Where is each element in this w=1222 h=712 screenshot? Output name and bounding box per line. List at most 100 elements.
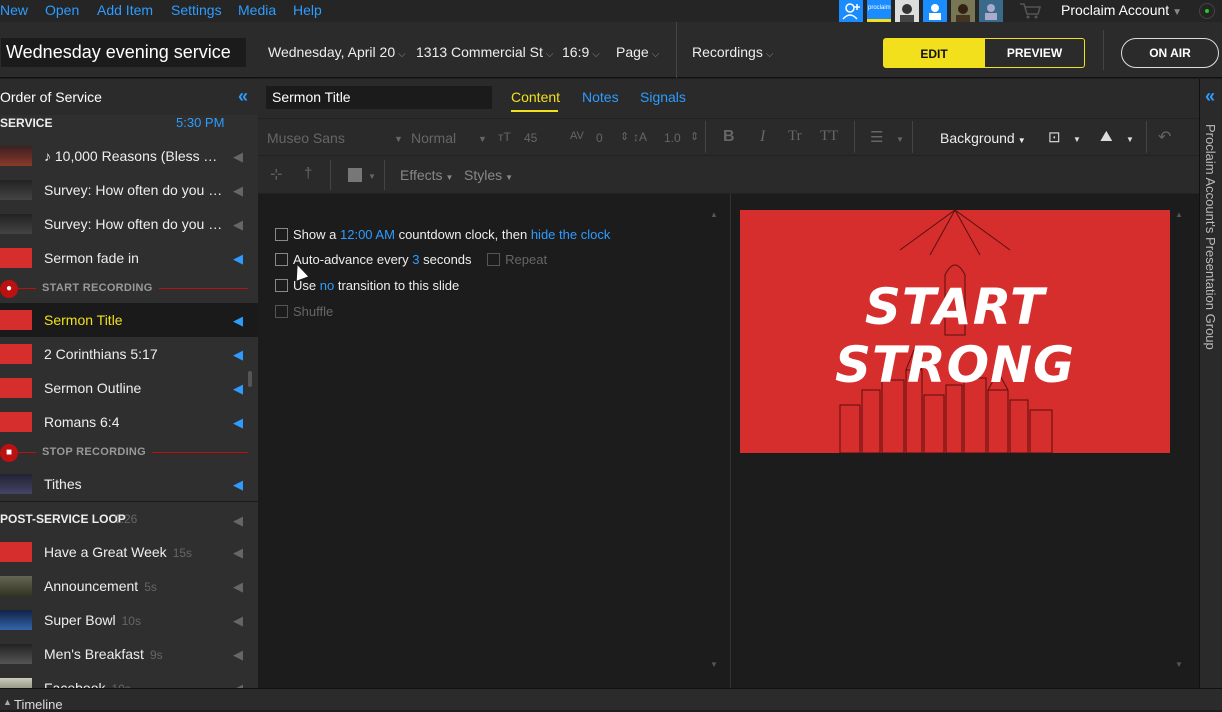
speaker-icon[interactable]: ◀	[233, 545, 245, 560]
scrollbar[interactable]	[248, 371, 252, 387]
tab-notes[interactable]: Notes	[582, 89, 619, 105]
background-dropdown[interactable]: Background ▼	[940, 130, 1026, 146]
shuffle-option[interactable]: Shuffle	[275, 304, 333, 319]
auto-advance-checkbox[interactable]	[275, 253, 288, 266]
repeat-option[interactable]: Repeat	[487, 252, 547, 267]
edit-button[interactable]: EDIT	[883, 38, 985, 68]
speaker-icon[interactable]: ◀	[233, 381, 245, 396]
bold-button[interactable]: B	[723, 128, 735, 146]
scroll-down-icon[interactable]: ▼	[1175, 660, 1183, 669]
countdown-checkbox[interactable]	[275, 228, 288, 241]
list-item-selected[interactable]: Sermon Title ◀	[0, 303, 258, 337]
align-vertical-icon[interactable]: †	[304, 165, 312, 182]
tab-signals[interactable]: Signals	[640, 89, 686, 105]
letter-spacing-input[interactable]: 0	[596, 131, 603, 145]
list-item[interactable]: ♪ 10,000 Reasons (Bless Th... ◀	[0, 139, 258, 173]
image-icon[interactable]: ⛰	[1100, 128, 1113, 145]
speaker-icon[interactable]: ◀	[233, 579, 245, 594]
recordings-dropdown[interactable]: Recordings ⌵	[692, 44, 773, 60]
stop-recording-marker[interactable]: ■ STOP RECORDING	[0, 443, 250, 463]
on-air-button[interactable]: ON AIR	[1121, 38, 1219, 68]
service-title-input[interactable]: Wednesday evening service	[1, 38, 246, 67]
user-icon[interactable]	[923, 0, 947, 22]
scroll-up-icon[interactable]: ▲	[1175, 210, 1183, 219]
speaker-icon[interactable]: ◀	[233, 217, 245, 232]
list-item[interactable]: Announcement 5s ◀	[0, 569, 258, 603]
list-item[interactable]: Facebook10s ◀	[0, 671, 258, 688]
list-item[interactable]: Have a Great Week 15s ◀	[0, 535, 258, 569]
list-item[interactable]: Sermon fade in ◀	[0, 241, 258, 275]
group-panel-label[interactable]: Proclaim Account's Presentation Group	[1203, 124, 1218, 350]
menu-help[interactable]: Help	[293, 2, 322, 18]
countdown-option[interactable]: Show a 12:00 AM countdown clock, then hi…	[275, 227, 610, 242]
list-item[interactable]: Tithes ◀	[0, 467, 258, 501]
countdown-time-link[interactable]: 12:00 AM	[340, 227, 395, 242]
speaker-icon[interactable]: ◀	[233, 149, 245, 164]
list-item[interactable]: Super Bowl 10s ◀	[0, 603, 258, 637]
page-dropdown[interactable]: Page ⌵	[616, 44, 659, 60]
italic-button[interactable]: I	[760, 128, 765, 146]
avatar[interactable]	[951, 0, 975, 22]
scroll-up-icon[interactable]: ▲	[710, 210, 718, 219]
list-item[interactable]: Romans 6:4 ◀	[0, 405, 258, 439]
menu-settings[interactable]: Settings	[171, 2, 222, 18]
color-swatch[interactable]	[348, 168, 362, 182]
slide-text[interactable]: START STRONG	[740, 278, 1170, 394]
speaker-icon[interactable]: ◀	[233, 347, 245, 362]
seconds-link[interactable]: 3	[412, 252, 419, 267]
shuffle-checkbox[interactable]	[275, 305, 288, 318]
styles-dropdown[interactable]: Styles ▼	[464, 167, 513, 183]
location-dropdown[interactable]: 1313 Commercial St ⌵	[416, 44, 553, 60]
avatar[interactable]	[895, 0, 919, 22]
menu-new[interactable]: New	[0, 2, 28, 18]
slide-preview[interactable]: START STRONG	[740, 210, 1170, 453]
font-size-input[interactable]: 45	[524, 131, 537, 145]
repeat-checkbox[interactable]	[487, 253, 501, 266]
scroll-down-icon[interactable]: ▼	[710, 660, 718, 669]
date-dropdown[interactable]: Wednesday, April 20 ⌵	[268, 44, 406, 60]
auto-advance-option[interactable]: Auto-advance every 3 seconds Repeat	[275, 252, 547, 267]
tab-content[interactable]: Content	[511, 89, 560, 105]
speaker-icon[interactable]: ◀	[233, 415, 245, 430]
speaker-icon[interactable]: ◀	[233, 681, 245, 688]
menu-add-item[interactable]: Add Item	[97, 2, 153, 18]
cart-icon[interactable]	[1019, 2, 1041, 20]
stepper-icon[interactable]: ⇕	[620, 130, 629, 143]
menu-open[interactable]: Open	[45, 2, 79, 18]
list-item[interactable]: Sermon Outline ◀	[0, 371, 258, 405]
transition-option[interactable]: Use no transition to this slide	[275, 278, 459, 293]
menu-media[interactable]: Media	[238, 2, 276, 18]
align-horizontal-icon[interactable]: ⊹	[270, 165, 283, 183]
font-family-select[interactable]: Museo Sans	[267, 130, 345, 146]
add-user-icon[interactable]	[839, 0, 863, 22]
text-box-icon[interactable]: ⊡	[1048, 128, 1061, 146]
effects-dropdown[interactable]: Effects ▼	[400, 167, 453, 183]
transition-link[interactable]: no	[320, 278, 334, 293]
list-item[interactable]: Survey: How often do you re... ◀	[0, 207, 258, 241]
aspect-dropdown[interactable]: 16:9 ⌵	[562, 44, 600, 60]
list-item[interactable]: Men's Breakfast 9s ◀	[0, 637, 258, 671]
list-item[interactable]: 2 Corinthians 5:17 ◀	[0, 337, 258, 371]
line-height-input[interactable]: 1.0	[664, 131, 681, 145]
title-case-button[interactable]: Tr	[788, 128, 802, 145]
speaker-icon[interactable]: ◀	[233, 251, 245, 266]
start-recording-marker[interactable]: ● START RECORDING	[0, 279, 250, 299]
chevron-up-icon[interactable]: ▲	[3, 697, 12, 707]
speaker-icon[interactable]: ◀	[233, 313, 245, 328]
preview-button[interactable]: PREVIEW	[984, 38, 1085, 68]
align-icon[interactable]: ☰	[870, 128, 883, 146]
hide-clock-link[interactable]: hide the clock	[531, 227, 611, 242]
font-weight-select[interactable]: Normal	[411, 130, 456, 146]
stepper-icon[interactable]: ⇕	[690, 130, 699, 143]
proclaim-avatar[interactable]: proclaim	[867, 0, 891, 22]
transition-checkbox[interactable]	[275, 279, 288, 292]
collapse-icon[interactable]: «	[238, 86, 248, 107]
slide-title-input[interactable]: Sermon Title	[266, 86, 492, 109]
speaker-icon[interactable]: ◀	[233, 513, 245, 528]
account-menu[interactable]: Proclaim Account ▼	[1061, 2, 1182, 18]
speaker-icon[interactable]: ◀	[233, 477, 245, 492]
uppercase-button[interactable]: TT	[820, 128, 838, 145]
expand-icon[interactable]: «	[1205, 86, 1215, 107]
speaker-icon[interactable]: ◀	[233, 183, 245, 198]
speaker-icon[interactable]: ◀	[233, 647, 245, 662]
